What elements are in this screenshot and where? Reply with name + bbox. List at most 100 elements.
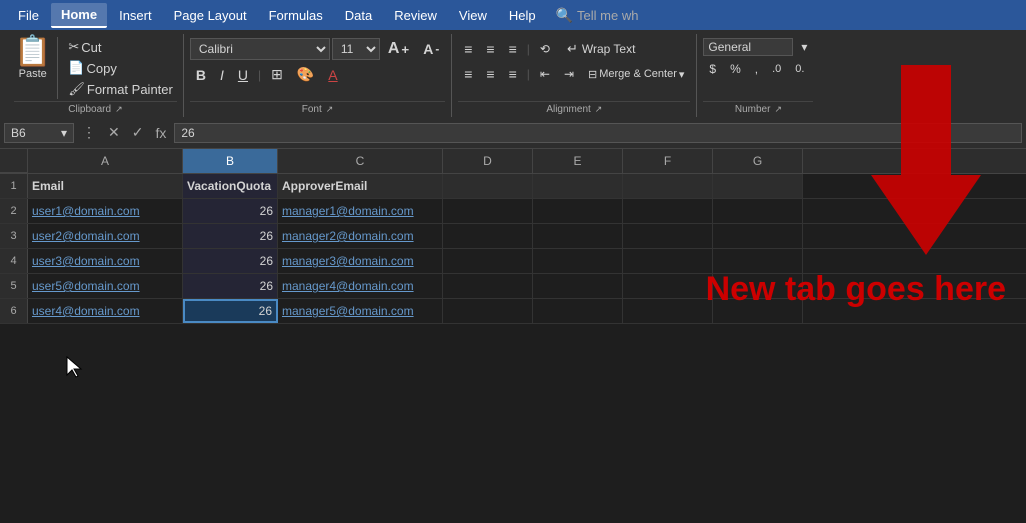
cell-c2[interactable]: manager1@domain.com xyxy=(278,199,443,223)
cell-a3[interactable]: user2@domain.com xyxy=(28,224,183,248)
cell-f1[interactable] xyxy=(623,174,713,198)
borders-button[interactable]: ⊞ xyxy=(265,63,289,86)
menu-formulas[interactable]: Formulas xyxy=(259,4,333,27)
fill-color-button[interactable]: 🎨 xyxy=(291,63,320,86)
underline-button[interactable]: U xyxy=(232,64,254,86)
cell-d2[interactable] xyxy=(443,199,533,223)
cell-f4[interactable] xyxy=(623,249,713,273)
col-header-d[interactable]: D xyxy=(443,149,533,173)
align-top-center-button[interactable]: ≡ xyxy=(480,38,500,60)
font-expander[interactable]: ↗ xyxy=(326,104,334,115)
format-painter-button[interactable]: 🖌 Format Painter xyxy=(64,79,177,99)
clipboard-expander[interactable]: ↗ xyxy=(115,104,123,115)
row-header-6[interactable]: 6 xyxy=(0,299,28,323)
insert-function-button[interactable]: fx xyxy=(151,123,170,143)
cell-a4[interactable]: user3@domain.com xyxy=(28,249,183,273)
cell-g5[interactable] xyxy=(713,274,803,298)
menu-data[interactable]: Data xyxy=(335,4,382,27)
copy-button[interactable]: 📄 Copy xyxy=(64,58,177,78)
number-format-input[interactable] xyxy=(703,38,793,56)
confirm-formula-button[interactable]: ✓ xyxy=(128,122,148,143)
align-center-button[interactable]: ≡ xyxy=(480,63,500,85)
menu-home[interactable]: Home xyxy=(51,3,107,28)
decrease-indent-button[interactable]: ⇤ xyxy=(534,64,556,84)
cell-a6[interactable]: user4@domain.com xyxy=(28,299,183,323)
cell-c6[interactable]: manager5@domain.com xyxy=(278,299,443,323)
cell-b3[interactable]: 26 xyxy=(183,224,278,248)
cell-b5[interactable]: 26 xyxy=(183,274,278,298)
currency-button[interactable]: $ xyxy=(703,59,722,79)
orientation-button[interactable]: ⟲ xyxy=(534,39,556,59)
dots-menu[interactable]: ⋮ xyxy=(78,124,100,141)
cell-b2[interactable]: 26 xyxy=(183,199,278,223)
comma-button[interactable]: , xyxy=(749,59,764,79)
col-header-b[interactable]: B xyxy=(183,149,278,173)
align-left-button[interactable]: ≡ xyxy=(458,63,478,85)
cell-d4[interactable] xyxy=(443,249,533,273)
col-header-a[interactable]: A xyxy=(28,149,183,173)
cell-g4[interactable] xyxy=(713,249,803,273)
increase-font-button[interactable]: A+ xyxy=(382,37,415,61)
font-name-select[interactable]: Calibri xyxy=(190,38,330,60)
menu-page-layout[interactable]: Page Layout xyxy=(164,4,257,27)
cell-g2[interactable] xyxy=(713,199,803,223)
align-top-right-button[interactable]: ≡ xyxy=(503,38,523,60)
alignment-expander[interactable]: ↗ xyxy=(595,104,603,115)
increase-indent-button[interactable]: ⇥ xyxy=(558,64,580,84)
number-format-dropdown[interactable]: ▾ xyxy=(795,37,813,57)
row-header-2[interactable]: 2 xyxy=(0,199,28,223)
cell-c1[interactable]: ApproverEmail xyxy=(278,174,443,198)
cell-a5[interactable]: user5@domain.com xyxy=(28,274,183,298)
cell-a1[interactable]: Email xyxy=(28,174,183,198)
cell-f2[interactable] xyxy=(623,199,713,223)
col-header-e[interactable]: E xyxy=(533,149,623,173)
number-expander[interactable]: ↗ xyxy=(774,104,782,115)
col-header-f[interactable]: F xyxy=(623,149,713,173)
menu-insert[interactable]: Insert xyxy=(109,4,162,27)
cell-f5[interactable] xyxy=(623,274,713,298)
wrap-text-button[interactable]: ↵ Wrap Text xyxy=(558,37,644,61)
cell-g3[interactable] xyxy=(713,224,803,248)
menu-view[interactable]: View xyxy=(449,4,497,27)
menu-review[interactable]: Review xyxy=(384,4,447,27)
row-header-4[interactable]: 4 xyxy=(0,249,28,273)
cell-f6[interactable] xyxy=(623,299,713,323)
cell-d3[interactable] xyxy=(443,224,533,248)
increase-decimal-button[interactable]: .0 xyxy=(766,60,787,78)
italic-button[interactable]: I xyxy=(214,64,230,86)
formula-input[interactable] xyxy=(174,123,1022,143)
font-size-select[interactable]: 11 xyxy=(332,38,380,60)
cell-d5[interactable] xyxy=(443,274,533,298)
col-header-c[interactable]: C xyxy=(278,149,443,173)
row-header-5[interactable]: 5 xyxy=(0,274,28,298)
decrease-font-button[interactable]: A- xyxy=(417,38,445,60)
cell-e4[interactable] xyxy=(533,249,623,273)
menu-help[interactable]: Help xyxy=(499,4,546,27)
row-header-3[interactable]: 3 xyxy=(0,224,28,248)
cell-c4[interactable]: manager3@domain.com xyxy=(278,249,443,273)
cell-d6[interactable] xyxy=(443,299,533,323)
cell-e1[interactable] xyxy=(533,174,623,198)
cell-d1[interactable] xyxy=(443,174,533,198)
decrease-decimal-button[interactable]: 0. xyxy=(789,60,810,78)
col-header-g[interactable]: G xyxy=(713,149,803,173)
menu-file[interactable]: File xyxy=(8,4,49,27)
cut-button[interactable]: ✂ Cut xyxy=(64,37,177,57)
merge-center-dropdown[interactable]: ▾ xyxy=(679,68,685,81)
cell-b4[interactable]: 26 xyxy=(183,249,278,273)
percent-button[interactable]: % xyxy=(724,59,747,79)
align-top-left-button[interactable]: ≡ xyxy=(458,38,478,60)
cell-reference-box[interactable]: B6 ▾ xyxy=(4,123,74,143)
cell-e5[interactable] xyxy=(533,274,623,298)
cell-g1[interactable] xyxy=(713,174,803,198)
cell-b6[interactable]: 26 xyxy=(183,299,278,323)
align-right-button[interactable]: ≡ xyxy=(503,63,523,85)
cell-a2[interactable]: user1@domain.com xyxy=(28,199,183,223)
cell-c5[interactable]: manager4@domain.com xyxy=(278,274,443,298)
cell-e3[interactable] xyxy=(533,224,623,248)
corner-cell[interactable] xyxy=(0,149,28,173)
cell-f3[interactable] xyxy=(623,224,713,248)
font-color-button[interactable]: A xyxy=(322,64,343,86)
bold-button[interactable]: B xyxy=(190,64,212,86)
merge-center-button[interactable]: ⊟ Merge & Center ▾ xyxy=(582,65,690,84)
